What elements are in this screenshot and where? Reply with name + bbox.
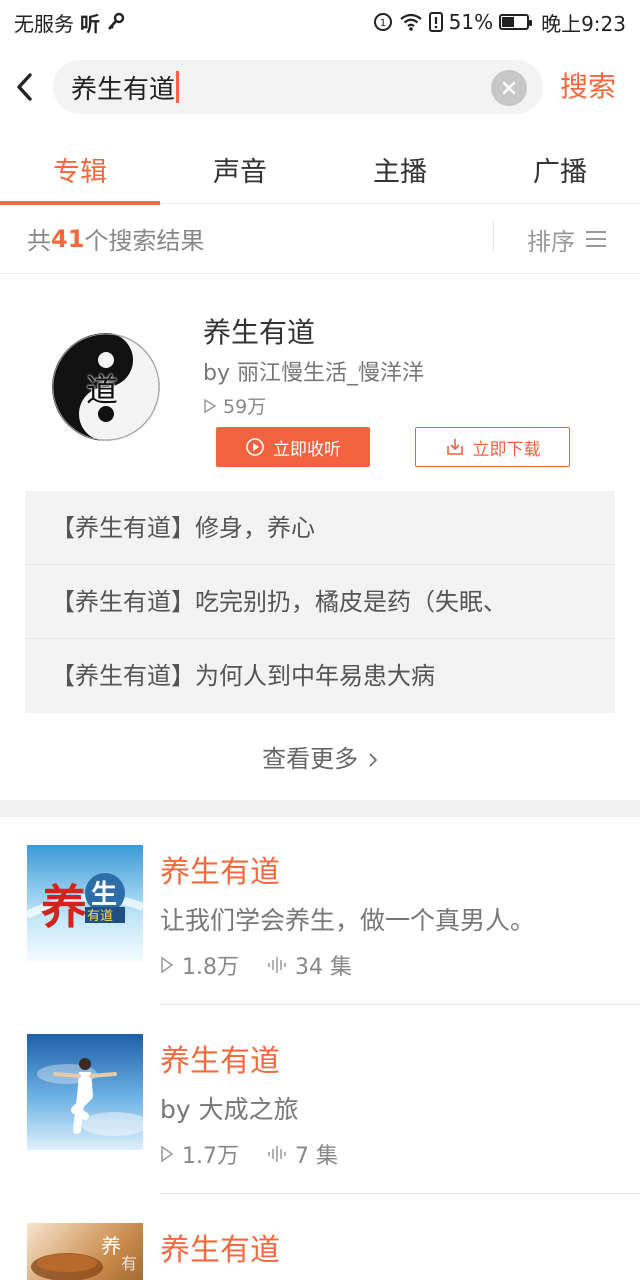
svg-text:有道: 有道 <box>87 909 113 924</box>
result-prefix: 共 <box>27 227 51 255</box>
svg-text:有: 有 <box>121 1254 137 1273</box>
carrier-text: 无服务 <box>14 11 74 36</box>
album-episode-count: 7 集 <box>295 1144 338 1169</box>
cover-character: 道 <box>86 371 119 409</box>
play-circle-icon <box>246 438 264 456</box>
track-item[interactable]: 【养生有道】修身，养心 <box>25 491 615 565</box>
featured-track-list: 【养生有道】修身，养心 【养生有道】吃完别扔，橘皮是药（失眠、 【养生有道】为何… <box>25 491 615 713</box>
list-icon <box>586 231 606 247</box>
status-bar: 无服务 听 1 51% 晚上9:23 <box>0 0 640 44</box>
track-item[interactable]: 【养生有道】为何人到中年易患大病 <box>25 639 615 713</box>
featured-title[interactable]: 养生有道 <box>203 311 315 351</box>
result-suffix: 个搜索结果 <box>84 227 205 255</box>
key-icon <box>106 12 126 32</box>
album-title: 养生有道 <box>160 855 280 890</box>
featured-album: 道 养生有道 by 丽江慢生活_慢洋洋 59万 立即收听 立即下载 【养生有道】… <box>0 275 640 800</box>
back-button[interactable] <box>0 58 50 116</box>
no-sim-icon: 1 <box>373 12 393 32</box>
search-button[interactable]: 搜索 <box>560 58 616 116</box>
listen-now-label: 立即收听 <box>273 439 341 460</box>
audio-wave-icon <box>268 1146 286 1162</box>
close-icon <box>502 81 516 95</box>
featured-plays-value: 59万 <box>223 396 267 418</box>
row-divider <box>160 1004 640 1005</box>
tab-hosts[interactable]: 主播 <box>320 134 480 204</box>
battery-percent: 51% <box>448 10 494 34</box>
svg-text:1: 1 <box>379 18 385 29</box>
sort-divider <box>493 220 494 252</box>
sort-button[interactable]: 排序 <box>527 204 607 274</box>
album-author: by 大成之旅 <box>160 1095 299 1124</box>
tab-radio[interactable]: 广播 <box>480 134 640 204</box>
result-summary: 共 41 个搜索结果 排序 <box>0 204 640 274</box>
wifi-icon <box>399 12 423 32</box>
sort-label: 排序 <box>527 227 575 256</box>
featured-author: by 丽江慢生活_慢洋洋 <box>203 361 424 386</box>
clear-button[interactable] <box>491 70 527 106</box>
download-now-label: 立即下载 <box>472 439 541 460</box>
search-query: 养生有道 <box>71 74 176 105</box>
search-input[interactable]: 养生有道 <box>53 60 543 114</box>
battery-fill <box>502 17 515 27</box>
text-cursor <box>176 71 180 103</box>
alert-icon <box>428 12 443 32</box>
tab-sounds[interactable]: 声音 <box>160 134 320 204</box>
album-list-item[interactable]: 养 有 养生有道 <box>0 1195 640 1280</box>
album-cover-image <box>27 1034 143 1150</box>
download-now-button[interactable]: 立即下载 <box>415 427 570 467</box>
featured-cover-image[interactable]: 道 <box>52 333 160 441</box>
play-count-icon <box>161 956 174 974</box>
row-divider <box>160 1193 640 1194</box>
play-count-icon <box>161 1145 174 1163</box>
result-count: 41 <box>51 224 85 253</box>
svg-text:生: 生 <box>91 880 117 910</box>
chevron-left-icon <box>17 73 32 101</box>
see-more-label: 查看更多 <box>262 745 359 773</box>
album-list-item[interactable]: 养生有道 by 大成之旅 1.7万 7 集 <box>0 1006 640 1194</box>
audio-wave-icon <box>268 957 286 973</box>
section-divider <box>0 800 640 817</box>
album-list-item[interactable]: 养 生 有道 养生有道 让我们学会养生，做一个真男人。 1.8万 34 集 <box>0 817 640 1005</box>
clock-text: 晚上9:23 <box>541 11 626 36</box>
svg-text:养: 养 <box>41 880 87 934</box>
album-stats: 1.8万 34 集 <box>160 949 380 981</box>
play-count-icon <box>204 398 217 413</box>
listen-now-button[interactable]: 立即收听 <box>216 427 370 467</box>
album-stats: 1.7万 7 集 <box>160 1138 366 1170</box>
album-title: 养生有道 <box>160 1044 280 1079</box>
tab-albums[interactable]: 专辑 <box>0 134 160 205</box>
album-cover-image: 养 有 <box>27 1223 143 1280</box>
track-item[interactable]: 【养生有道】吃完别扔，橘皮是药（失眠、 <box>25 565 615 639</box>
album-play-count: 1.7万 <box>182 1144 239 1169</box>
search-header: 养生有道 搜索 <box>0 58 640 116</box>
featured-play-count: 59万 <box>203 392 266 419</box>
svg-text:养: 养 <box>101 1234 121 1258</box>
album-episode-count: 34 集 <box>295 955 352 980</box>
album-cover-image: 养 生 有道 <box>27 845 143 961</box>
chevron-right-icon <box>369 753 377 767</box>
download-icon <box>446 439 463 455</box>
app-mark: 听 <box>80 11 100 36</box>
battery-icon <box>499 14 533 30</box>
see-more-link[interactable]: 查看更多 <box>0 739 640 774</box>
category-tabs: 专辑 声音 主播 广播 <box>0 134 640 205</box>
album-title: 养生有道 <box>160 1233 280 1268</box>
album-description: 让我们学会养生，做一个真男人。 <box>160 906 536 935</box>
album-play-count: 1.8万 <box>182 955 239 980</box>
